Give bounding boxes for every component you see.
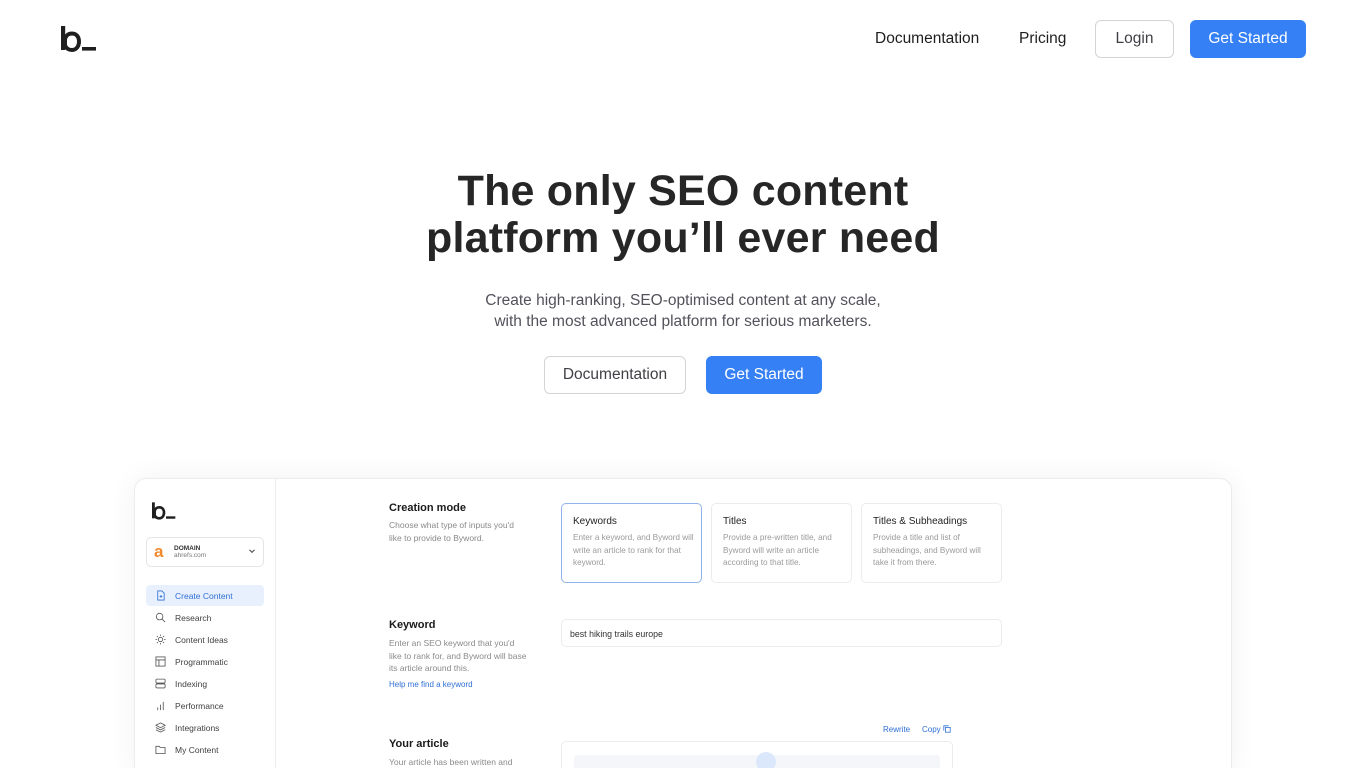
layers-icon bbox=[155, 722, 166, 733]
creation-mode-title: Creation mode bbox=[389, 502, 467, 514]
nav-link-documentation[interactable]: Documentation bbox=[875, 28, 979, 50]
loading-indicator bbox=[756, 752, 776, 768]
sidebar-item-create-content[interactable]: Create Content bbox=[146, 585, 264, 606]
hero-get-started-button[interactable]: Get Started bbox=[706, 356, 822, 394]
mode-card-description: Enter a keyword, and Byword will write a… bbox=[573, 533, 694, 568]
stack-icon bbox=[155, 678, 166, 689]
hero-subtitle-line-2: with the most advanced platform for seri… bbox=[494, 313, 872, 330]
keyword-description: Enter an SEO keyword that you'd like to … bbox=[389, 638, 527, 673]
keyword-input[interactable]: best hiking trails europe bbox=[561, 619, 1002, 647]
keyword-title: Keyword bbox=[389, 619, 436, 631]
sidebar-item-label: My Content bbox=[175, 745, 219, 755]
sidebar-item-research[interactable]: Research bbox=[146, 607, 264, 628]
top-nav: Documentation Pricing Login Get Started bbox=[0, 0, 1366, 78]
folder-icon bbox=[155, 745, 166, 755]
hero-subtitle-line-1: Create high-ranking, SEO-optimised conte… bbox=[485, 292, 881, 309]
hero-subtitle: Create high-ranking, SEO-optimised conte… bbox=[443, 290, 923, 332]
copy-label: Copy bbox=[922, 725, 941, 734]
byword-logo-icon bbox=[152, 502, 176, 520]
hero-title-line-2: platform you’ll ever need bbox=[426, 214, 940, 262]
mode-card-title: Titles bbox=[723, 516, 747, 527]
hero-title: The only SEO content platform you’ll eve… bbox=[383, 168, 983, 262]
sidebar-item-label: Indexing bbox=[175, 679, 208, 689]
sidebar-item-performance[interactable]: Performance bbox=[146, 695, 264, 716]
sidebar-item-programmatic[interactable]: Programmatic bbox=[146, 651, 264, 672]
preview-sidebar: a DOMAIN ahrefs.com Create Content Resea… bbox=[135, 479, 276, 768]
article-preview-box bbox=[561, 741, 953, 768]
sidebar-item-label: Integrations bbox=[175, 723, 220, 733]
sidebar-item-content-ideas[interactable]: Content Ideas bbox=[146, 629, 264, 650]
sidebar-item-label: Research bbox=[175, 613, 212, 623]
sidebar-item-label: Performance bbox=[175, 701, 224, 711]
mode-card-title: Keywords bbox=[573, 516, 617, 527]
login-button[interactable]: Login bbox=[1095, 20, 1174, 58]
rewrite-link[interactable]: Rewrite bbox=[883, 725, 910, 735]
mode-card-titles[interactable]: Titles Provide a pre-written title, and … bbox=[711, 503, 852, 583]
hero-documentation-button[interactable]: Documentation bbox=[544, 356, 686, 394]
bar-chart-icon bbox=[157, 701, 164, 711]
article-title: Your article bbox=[389, 738, 449, 750]
creation-mode-description: Choose what type of inputs you'd like to… bbox=[389, 520, 514, 543]
file-plus-icon bbox=[157, 590, 165, 601]
domain-value: ahrefs.com bbox=[174, 552, 207, 559]
mode-card-keywords[interactable]: Keywords Enter a keyword, and Byword wil… bbox=[561, 503, 702, 583]
byword-logo-icon[interactable] bbox=[60, 24, 98, 54]
sidebar-item-label: Programmatic bbox=[175, 657, 228, 667]
mode-card-description: Provide a title and list of subheadings,… bbox=[873, 533, 981, 568]
nav-link-pricing[interactable]: Pricing bbox=[1019, 28, 1066, 50]
sidebar-item-label: Content Ideas bbox=[175, 635, 228, 645]
hero-title-line-1: The only SEO content bbox=[457, 167, 909, 215]
find-keyword-link[interactable]: Help me find a keyword bbox=[389, 680, 473, 690]
copy-button[interactable]: Copy bbox=[922, 725, 951, 735]
article-description: Your article has been written and bbox=[389, 757, 513, 767]
copy-icon bbox=[943, 725, 951, 733]
sidebar-item-label: Create Content bbox=[175, 591, 233, 601]
mode-card-title: Titles & Subheadings bbox=[873, 516, 968, 527]
sidebar-item-integrations[interactable]: Integrations bbox=[146, 717, 264, 738]
domain-selector[interactable]: a DOMAIN ahrefs.com bbox=[146, 537, 264, 567]
search-icon bbox=[155, 612, 166, 623]
sidebar-item-my-content[interactable]: My Content bbox=[146, 739, 264, 760]
app-preview: a DOMAIN ahrefs.com Create Content Resea… bbox=[134, 478, 1232, 768]
mode-card-description: Provide a pre-written title, and Byword … bbox=[723, 533, 832, 568]
ahrefs-logo-icon: a bbox=[154, 542, 164, 561]
table-icon bbox=[155, 656, 166, 667]
chevron-down-icon bbox=[249, 549, 255, 554]
sidebar-item-indexing[interactable]: Indexing bbox=[146, 673, 264, 694]
mode-card-titles-subheadings[interactable]: Titles & Subheadings Provide a title and… bbox=[861, 503, 1002, 583]
get-started-button[interactable]: Get Started bbox=[1190, 20, 1306, 58]
sun-icon bbox=[155, 634, 166, 645]
